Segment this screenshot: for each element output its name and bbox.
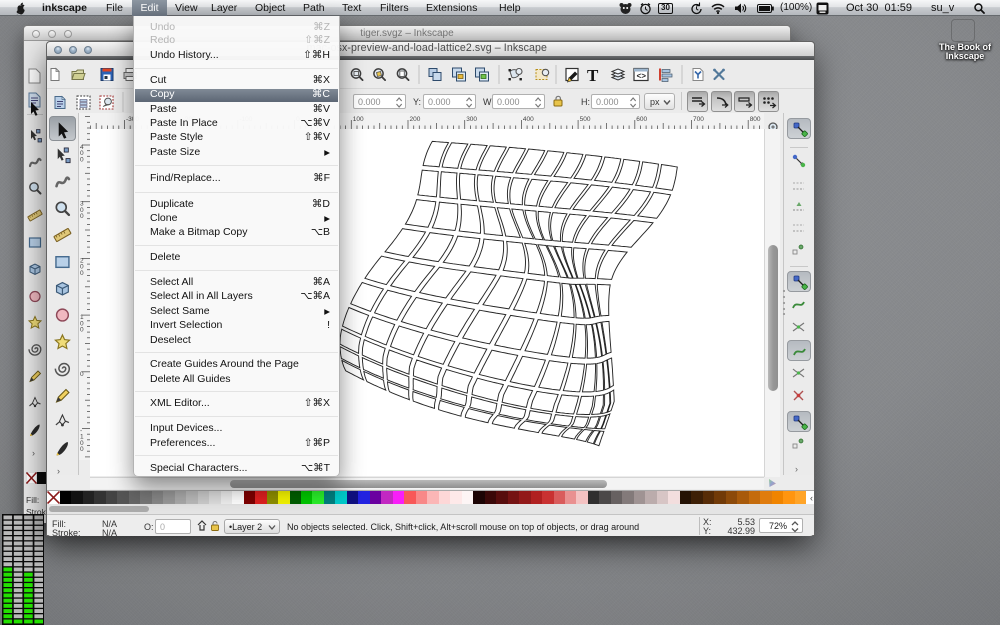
- svg-text:0: 0: [80, 446, 84, 453]
- svg-text:<>: <>: [637, 73, 647, 82]
- svg-text:0: 0: [80, 156, 84, 163]
- svg-text:300: 300: [466, 116, 477, 123]
- svg-text:0: 0: [80, 270, 84, 277]
- svg-text:0: 0: [80, 213, 84, 220]
- svg-text:500: 500: [580, 116, 591, 123]
- svg-text:700: 700: [693, 116, 704, 123]
- svg-text:600: 600: [636, 116, 647, 123]
- svg-text:800: 800: [750, 116, 761, 123]
- svg-text:0: 0: [80, 327, 84, 334]
- svg-text:0: 0: [80, 371, 84, 378]
- svg-text:200: 200: [410, 116, 421, 123]
- svg-text:100: 100: [353, 116, 364, 123]
- svg-text:400: 400: [523, 116, 534, 123]
- svg-text:T: T: [587, 66, 599, 85]
